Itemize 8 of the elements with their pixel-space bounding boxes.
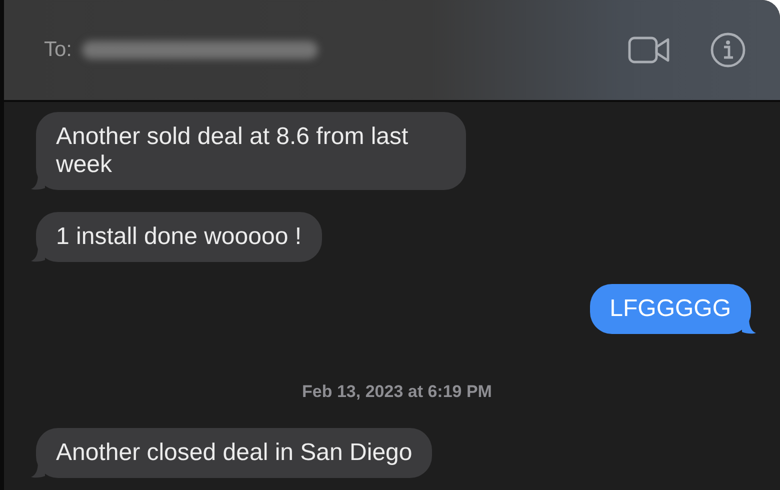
- info-icon[interactable]: [710, 32, 746, 68]
- video-camera-icon[interactable]: [628, 36, 670, 64]
- bubble-tail-icon: [31, 246, 45, 262]
- message-timestamp: Feb 13, 2023 at 6:19 PM: [302, 382, 492, 402]
- bubble-tail-icon: [31, 462, 45, 478]
- bubble-tail-icon: [31, 174, 45, 190]
- recipient-label: To:: [44, 38, 72, 62]
- bubble-tail-icon: [742, 318, 756, 334]
